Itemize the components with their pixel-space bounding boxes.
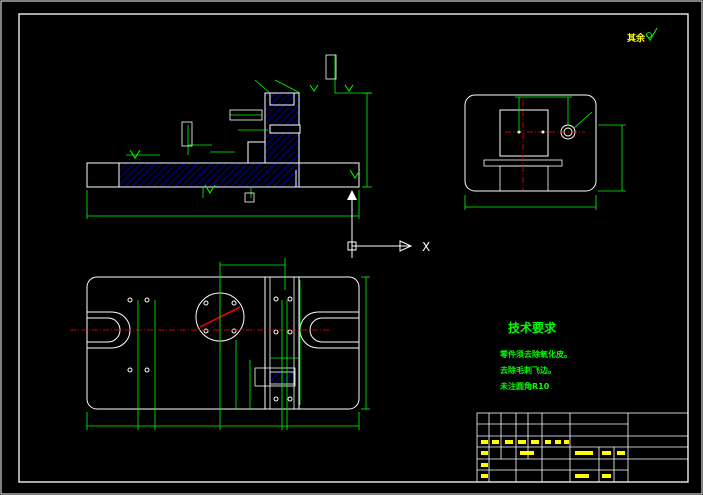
cad-drawing-canvas: 其余 X 技术要求 零件须去除氧化皮。 去除毛刺飞边。 未注圆角R10 xyxy=(0,0,703,495)
side-view xyxy=(464,94,626,210)
note-item-1: 零件须去除氧化皮。 xyxy=(499,349,572,359)
surface-roughness-note: 其余 xyxy=(627,27,658,44)
section-hatch xyxy=(118,162,300,188)
note-item-2: 去除毛刺飞边。 xyxy=(500,365,556,375)
axis-x-label: X xyxy=(422,240,430,254)
front-view xyxy=(86,54,372,235)
top-view xyxy=(70,258,370,430)
ucs-axis-icon: X xyxy=(347,232,430,258)
title-block xyxy=(476,412,689,483)
drawing-frame xyxy=(18,13,689,483)
roughness-note-label: 其余 xyxy=(627,32,646,44)
technical-requirements: 技术要求 零件须去除氧化皮。 去除毛刺飞边。 未注圆角R10 xyxy=(499,320,572,391)
notes-title: 技术要求 xyxy=(508,320,557,335)
note-item-3: 未注圆角R10 xyxy=(499,381,550,391)
